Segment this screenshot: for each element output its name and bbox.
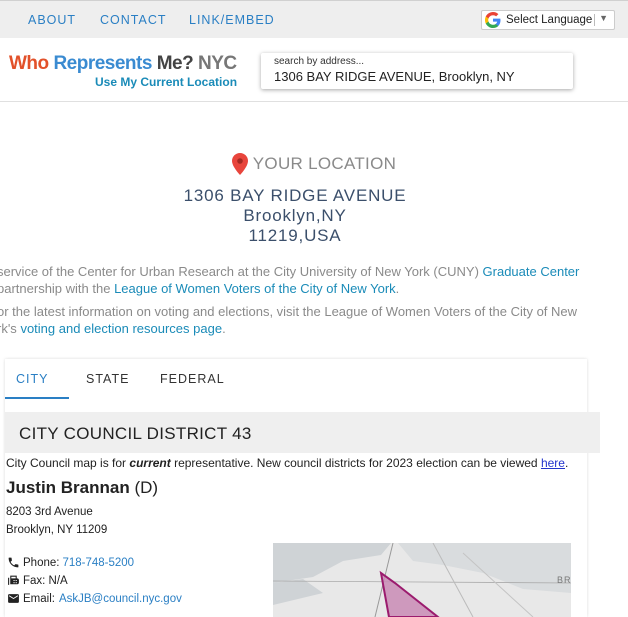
phone-icon (8, 557, 19, 568)
office-address-line2: Brooklyn, NY 11209 (6, 524, 108, 536)
new-districts-link[interactable]: here (541, 456, 565, 470)
logo-me: Me? (156, 53, 194, 74)
location-heading: YOUR LOCATION (0, 153, 628, 175)
district-map-graphic: BR (273, 543, 571, 617)
chevron-down-icon: ▼ (599, 13, 608, 23)
note-text: City Council map is for (6, 456, 127, 470)
district-header: CITY COUNCIL DISTRICT 43 (5, 412, 600, 453)
logo-nyc: NYC (198, 53, 237, 74)
representative-name: Justin Brannan (D) (6, 478, 158, 498)
top-nav: ABOUT CONTACT LINK/EMBED Select Language… (0, 0, 628, 38)
nav-contact-link[interactable]: CONTACT (100, 13, 167, 27)
divider (594, 14, 595, 26)
header: Who Represents Me? NYC Use My Current Lo… (0, 38, 628, 102)
rep-party: (D) (134, 478, 159, 497)
email-link[interactable]: AskJB@council.nyc.gov (59, 593, 182, 605)
logo-represents: Represents (53, 53, 152, 74)
location-title: YOUR LOCATION (252, 154, 397, 173)
representative-card: CITY STATE FEDERAL CITY COUNCIL DISTRICT… (5, 359, 600, 617)
intro-text: or the latest information on voting and … (0, 304, 578, 319)
address-search[interactable]: search by address... (261, 53, 573, 89)
intro-line: service of the Center for Urban Research… (0, 263, 627, 280)
nav-link-embed-link[interactable]: LINK/EMBED (189, 13, 275, 27)
nav-about-link[interactable]: ABOUT (28, 13, 76, 27)
email-row: Email: AskJB@council.nyc.gov (6, 592, 182, 605)
intro-text: rk's (0, 321, 17, 336)
google-icon (485, 12, 501, 28)
intro-period: . (222, 321, 226, 336)
graduate-center-link[interactable]: Graduate Center (483, 264, 580, 279)
intro-line: or the latest information on voting and … (0, 303, 627, 320)
language-select[interactable]: Select Language ▼ (481, 10, 615, 30)
search-label: search by address... (274, 56, 365, 67)
note-period: . (564, 456, 569, 470)
office-address-line1: 8203 3rd Avenue (6, 506, 93, 518)
fax-row: Fax: N/A (6, 574, 68, 587)
league-of-women-voters-link[interactable]: League of Women Voters of the City of Ne… (114, 281, 396, 296)
map-label: BR (557, 575, 571, 585)
phone-label: Phone: (23, 556, 60, 569)
voting-resources-link[interactable]: voting and election resources page (20, 321, 222, 336)
fax-label: Fax: N/A (23, 574, 68, 587)
intro-period: . (395, 281, 400, 296)
intro-text: service of the Center for Urban Research… (0, 264, 479, 279)
fax-icon (8, 575, 19, 585)
note-emphasis: current (129, 456, 171, 470)
intro-text: partnership with the (0, 281, 111, 296)
location-zip: 11219,USA (248, 226, 342, 245)
logo-who: Who (9, 53, 49, 74)
map-pin-icon (231, 153, 248, 175)
active-tab-indicator (5, 397, 69, 399)
tab-city[interactable]: CITY (16, 372, 48, 386)
rep-name-text: Justin Brannan (6, 478, 130, 497)
note-text: representative. New council districts fo… (174, 456, 538, 470)
district-map[interactable]: BR (273, 543, 571, 617)
tab-federal[interactable]: FEDERAL (160, 372, 225, 386)
email-label: Email: (23, 592, 55, 605)
use-current-location-link[interactable]: Use My Current Location (95, 75, 237, 89)
site-logo[interactable]: Who Represents Me? NYC (9, 53, 237, 75)
tab-state[interactable]: STATE (86, 372, 129, 386)
location-street: 1306 BAY RIDGE AVENUE (183, 186, 407, 205)
intro-line: partnership with the League of Women Vot… (0, 280, 627, 297)
district-title: CITY COUNCIL DISTRICT 43 (19, 424, 252, 443)
phone-link[interactable]: 718-748-5200 (62, 557, 134, 569)
language-select-label: Select Language (506, 14, 593, 26)
intro-line: rk's voting and election resources page. (0, 320, 627, 337)
council-map-note: City Council map is for current represen… (6, 456, 568, 470)
location-city: Brooklyn,NY (243, 206, 347, 225)
phone-row: Phone: 718-748-5200 (6, 556, 134, 569)
address-search-input[interactable] (274, 69, 564, 84)
email-icon (8, 594, 19, 603)
